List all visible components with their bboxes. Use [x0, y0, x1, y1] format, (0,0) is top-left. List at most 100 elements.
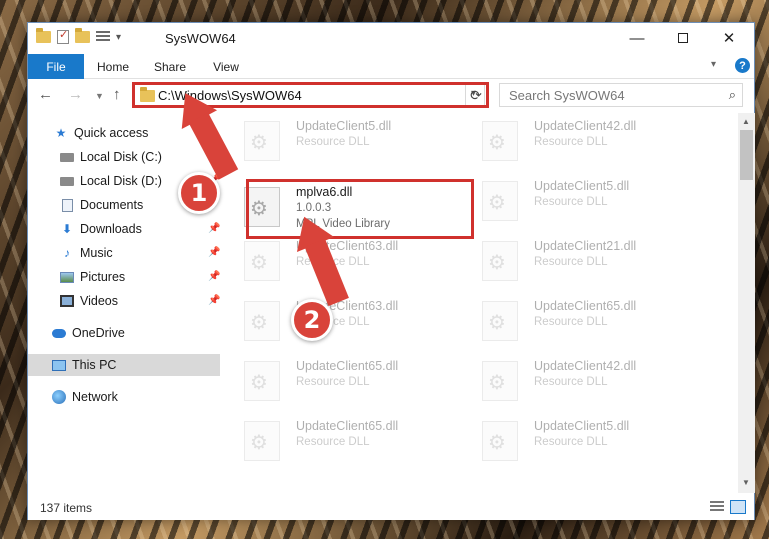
- sidebar-item-documents[interactable]: Documents: [60, 194, 143, 216]
- scroll-down-icon[interactable]: ▼: [742, 478, 750, 487]
- dll-file-icon: [244, 301, 280, 341]
- disk-icon: [60, 150, 74, 164]
- pin-icon[interactable]: 📌: [208, 295, 220, 306]
- tab-file[interactable]: File: [28, 54, 84, 79]
- sidebar-item-downloads[interactable]: ⬇ Downloads: [60, 218, 142, 240]
- sidebar-item-local-disk-c[interactable]: Local Disk (C:): [60, 146, 162, 168]
- sidebar-item-label: Pictures: [80, 270, 126, 284]
- file-description: Resource DLL: [534, 256, 608, 268]
- scrollbar-thumb[interactable]: [740, 130, 753, 180]
- file-item[interactable]: UpdateClient65.dll Resource DLL: [224, 415, 454, 465]
- title-bar: ▾ SysWOW64 — ✕: [28, 23, 754, 54]
- forward-icon[interactable]: →: [68, 86, 83, 103]
- sidebar-item-label: This PC: [72, 358, 117, 372]
- details-view-icon[interactable]: [710, 501, 724, 513]
- file-explorer-window: ▾ SysWOW64 — ✕ File Home Share View ▾ ? …: [27, 22, 755, 520]
- sidebar-item-label: Videos: [80, 294, 118, 308]
- video-icon: [60, 294, 74, 308]
- file-name: UpdateClient5.dll: [296, 119, 392, 133]
- file-name: UpdateClient65.dll: [534, 299, 637, 313]
- up-icon[interactable]: ↑: [113, 86, 121, 103]
- computer-icon: [52, 358, 66, 372]
- close-button[interactable]: ✕: [706, 23, 752, 53]
- file-name: UpdateClient21.dll: [534, 239, 637, 253]
- file-item[interactable]: UpdateClient42.dll Resource DLL: [462, 115, 692, 165]
- dll-file-icon: [482, 241, 518, 281]
- sidebar-item-local-disk-d[interactable]: Local Disk (D:): [60, 170, 162, 192]
- minimize-button[interactable]: —: [614, 23, 660, 53]
- dll-file-icon: [482, 421, 518, 461]
- expand-ribbon-icon[interactable]: ▾: [711, 59, 716, 70]
- cloud-icon: [52, 326, 66, 340]
- file-item[interactable]: UpdateClient42.dll Resource DLL: [462, 355, 692, 405]
- step-badge-2: 2: [291, 299, 333, 341]
- sidebar-item-label: OneDrive: [72, 326, 125, 340]
- dll-file-icon: [482, 181, 518, 221]
- new-folder-icon[interactable]: [75, 28, 90, 43]
- tab-home[interactable]: Home: [86, 54, 140, 79]
- download-icon: ⬇: [61, 222, 73, 236]
- sidebar-item-label: Music: [80, 246, 113, 260]
- dll-file-icon: [482, 361, 518, 401]
- help-icon[interactable]: ?: [735, 58, 750, 73]
- sidebar-item-onedrive[interactable]: OneDrive: [52, 322, 125, 344]
- folder-icon: [36, 28, 51, 43]
- file-description: Resource DLL: [534, 136, 608, 148]
- pin-icon[interactable]: 📌: [208, 271, 220, 282]
- sidebar-item-quick-access[interactable]: ★ Quick access: [54, 122, 149, 144]
- pictures-icon: [60, 270, 74, 284]
- sidebar-item-pictures[interactable]: Pictures: [60, 266, 125, 288]
- file-item[interactable]: UpdateClient65.dll Resource DLL: [224, 355, 454, 405]
- scroll-up-icon[interactable]: ▲: [742, 117, 750, 126]
- sidebar-item-label: Local Disk (D:): [80, 174, 162, 188]
- recent-locations-icon[interactable]: ▼: [95, 91, 104, 101]
- vertical-scrollbar[interactable]: ▲ ▼: [738, 113, 755, 493]
- pin-icon[interactable]: 📌: [208, 223, 220, 234]
- ribbon-tabs: File Home Share View ▾ ?: [28, 54, 754, 79]
- customize-toolbar-icon[interactable]: ▾: [116, 32, 121, 43]
- maximize-button[interactable]: [660, 23, 706, 53]
- dll-file-icon: [244, 361, 280, 401]
- sidebar-item-label: Documents: [80, 198, 144, 212]
- file-description: Resource DLL: [296, 136, 370, 148]
- status-bar: 137 items: [28, 495, 754, 520]
- window-title: SysWOW64: [165, 31, 236, 46]
- network-icon: [52, 390, 66, 404]
- disk-icon: [60, 174, 74, 188]
- sidebar-item-network[interactable]: Network: [52, 386, 118, 408]
- sidebar-item-videos[interactable]: Videos: [60, 290, 118, 312]
- file-item[interactable]: UpdateClient65.dll Resource DLL: [462, 295, 692, 345]
- navigation-bar: ← → ▼ ↑ C:\Windows\SysWOW64 ▾ ⟳ Search S…: [28, 80, 754, 112]
- dll-file-icon: [244, 421, 280, 461]
- view-options-icon[interactable]: [96, 31, 110, 43]
- search-box[interactable]: Search SysWOW64 ⌕: [499, 83, 743, 107]
- properties-icon[interactable]: [57, 28, 69, 44]
- file-description: Resource DLL: [534, 376, 608, 388]
- step-badge-1: 1: [178, 172, 220, 214]
- tab-view[interactable]: View: [200, 54, 252, 79]
- file-name: UpdateClient42.dll: [534, 119, 637, 133]
- arrow-shaft: [188, 112, 239, 180]
- search-icon[interactable]: ⌕: [729, 87, 736, 103]
- sidebar-item-this-pc[interactable]: This PC: [28, 354, 220, 376]
- sidebar-item-label: Quick access: [74, 126, 149, 140]
- dll-file-icon: [244, 241, 280, 281]
- document-icon: [60, 198, 74, 212]
- sidebar-item-music[interactable]: ♪ Music: [60, 242, 113, 264]
- file-description: Resource DLL: [534, 436, 608, 448]
- quick-access-toolbar: ▾: [36, 28, 121, 44]
- file-description: Resource DLL: [296, 376, 370, 388]
- file-item[interactable]: UpdateClient5.dll Resource DLL: [462, 415, 692, 465]
- file-item[interactable]: UpdateClient5.dll Resource DLL: [224, 115, 454, 165]
- file-item[interactable]: UpdateClient21.dll Resource DLL: [462, 235, 692, 285]
- search-placeholder[interactable]: Search SysWOW64: [509, 88, 625, 103]
- tab-share[interactable]: Share: [142, 54, 198, 79]
- dll-file-icon: [482, 121, 518, 161]
- file-description: Resource DLL: [534, 196, 608, 208]
- pin-icon[interactable]: 📌: [208, 247, 220, 258]
- large-icons-view-icon[interactable]: [730, 500, 746, 514]
- file-name: UpdateClient5.dll: [534, 179, 630, 193]
- file-name: UpdateClient42.dll: [534, 359, 637, 373]
- file-item[interactable]: UpdateClient5.dll Resource DLL: [462, 175, 692, 225]
- back-icon[interactable]: ←: [38, 86, 53, 103]
